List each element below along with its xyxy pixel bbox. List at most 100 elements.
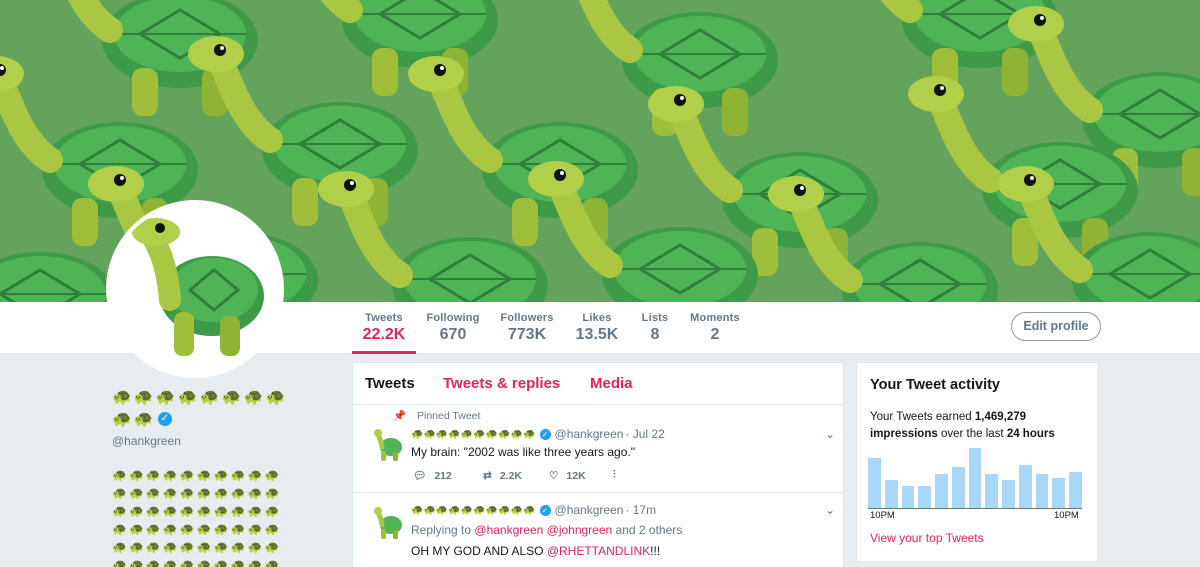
stat-lists[interactable]: Lists 8	[637, 312, 673, 354]
bio-line: 🐢 🐢 🐢 🐢 🐢 🐢 🐢 🐢 🐢 🐢	[112, 538, 332, 556]
activity-bar[interactable]	[884, 479, 898, 508]
activity-bar[interactable]	[901, 486, 915, 508]
activity-bar[interactable]	[951, 467, 965, 508]
heart-icon: ♡	[549, 469, 559, 482]
stat-followers[interactable]: Followers 773K	[499, 312, 555, 354]
turtle-emoji-icon: 🐢	[112, 504, 127, 518]
like-button[interactable]: ♡ 12K	[549, 470, 613, 482]
mention-link[interactable]: @RHETTANDLINK	[547, 544, 650, 558]
tweet-header: 🐢🐢🐢🐢🐢🐢🐢🐢🐢🐢 ✓ @hankgreen · Jul 22	[411, 427, 665, 441]
tweet-time[interactable]: · Jul 22	[625, 427, 664, 441]
turtle-emoji-icon: 🐢	[162, 504, 178, 518]
verified-badge-icon: ✓	[539, 504, 551, 516]
turtle-emoji-icon: 🐢	[213, 486, 229, 500]
tweet-timeline: Tweets Tweets & replies Media 📌 Pinned T…	[352, 362, 844, 567]
turtle-emoji-icon: 🐢	[221, 389, 242, 406]
activity-description: Your Tweets earned 1,469,279 impressions…	[870, 409, 1090, 443]
tweet-handle[interactable]: @hankgreen	[555, 427, 624, 441]
turtle-emoji-icon: 🐢	[247, 468, 263, 482]
turtle-emoji-icon: 🐢	[196, 468, 212, 482]
activity-bar[interactable]	[918, 486, 932, 508]
stat-likes[interactable]: Likes 13.5K	[573, 312, 621, 354]
activity-bar[interactable]	[968, 447, 982, 508]
activity-desc-text: over the last	[940, 428, 1004, 440]
tweet-avatar[interactable]	[369, 505, 405, 541]
turtle-emoji-icon: 🐢	[162, 540, 178, 554]
pin-icon: 📌	[393, 410, 407, 422]
stat-following[interactable]: Following 670	[425, 312, 481, 354]
profile-name-line2: 🐢 🐢 ✓	[112, 408, 332, 430]
mention-link[interactable]: @hankgreen	[474, 523, 543, 537]
tab-tweets-replies[interactable]: Tweets & replies	[443, 375, 560, 392]
activity-bar[interactable]	[1035, 474, 1049, 508]
turtle-emoji-icon: 🐢	[247, 504, 263, 518]
tweet-text: My brain: "2002 was like three years ago…	[411, 445, 635, 459]
turtle-emoji-icon: 🐢	[128, 486, 144, 500]
timeline-tabs: Tweets Tweets & replies Media	[353, 363, 843, 405]
turtle-emoji-icon: 🐢	[264, 468, 280, 482]
reply-count: 212	[434, 469, 452, 482]
activity-bar[interactable]	[1052, 477, 1066, 508]
analytics-icon: ⫶	[613, 469, 616, 481]
profile-bio: 🐢 🐢 🐢 🐢 🐢 🐢 🐢 🐢 🐢 🐢 🐢 🐢 🐢 🐢 🐢 🐢 🐢 🐢 🐢 🐢 🐢 🐢 🐢 🐢 🐢 🐢 🐢 🐢 🐢 🐢 🐢 🐢 🐢 🐢 🐢 🐢 🐢…	[112, 466, 332, 567]
tweet-author-name[interactable]: 🐢🐢🐢🐢🐢🐢🐢🐢🐢🐢	[411, 429, 536, 440]
turtle-emoji-icon: 🐢	[264, 558, 280, 567]
tweet-avatar[interactable]	[369, 427, 405, 463]
edit-profile-button[interactable]: Edit profile	[1011, 312, 1101, 341]
stat-moments[interactable]: Moments 2	[688, 312, 742, 354]
chevron-down-icon[interactable]: ⌄	[825, 503, 835, 517]
bio-line: 🐢 🐢 🐢 🐢 🐢 🐢 🐢 🐢 🐢 🐢	[112, 520, 332, 538]
replying-to-label: Replying to	[411, 523, 472, 537]
tab-media[interactable]: Media	[590, 375, 633, 392]
analytics-button[interactable]: ⫶	[613, 469, 616, 482]
turtle-emoji-icon: 🐢	[213, 468, 229, 482]
others-link[interactable]: and 2 others	[616, 523, 683, 537]
profile-handle[interactable]: @hankgreen	[112, 434, 332, 448]
activity-bar[interactable]	[1069, 472, 1082, 508]
tweet-item[interactable]: 🐢🐢🐢🐢🐢🐢🐢🐢🐢🐢 ✓ @hankgreen · 17m ⌄ Replying…	[353, 493, 843, 567]
turtle-emoji-icon: 🐢	[264, 540, 280, 554]
tweet-actions: 💬︎ 212 ⇄ 2.2K ♡ 12K ⫶	[413, 469, 616, 482]
tweet-author-name[interactable]: 🐢🐢🐢🐢🐢🐢🐢🐢🐢🐢	[411, 505, 536, 516]
turtle-emoji-icon: 🐢	[145, 486, 161, 500]
turtle-emoji-icon: 🐢	[112, 522, 127, 536]
turtle-emoji-icon: 🐢	[230, 486, 246, 500]
tweet-time[interactable]: · 17m	[625, 503, 656, 517]
activity-bar[interactable]	[1018, 465, 1032, 508]
turtle-emoji-icon: 🐢	[162, 558, 178, 567]
tweet-text: OH MY GOD AND ALSO @RHETTANDLINK!!!	[411, 544, 660, 558]
stat-moments-label: Moments	[690, 312, 740, 324]
stat-tweets[interactable]: Tweets 22.2K	[352, 312, 416, 354]
turtle-avatar-image	[132, 218, 264, 356]
tweet-item[interactable]: 📌 Pinned Tweet 🐢🐢🐢🐢🐢🐢🐢🐢🐢🐢 ✓ @hankgreen ·…	[353, 405, 843, 493]
tweet-text-part: OH MY GOD AND ALSO	[411, 544, 544, 558]
tab-tweets[interactable]: Tweets	[365, 375, 415, 392]
turtle-emoji-icon: 🐢	[243, 389, 264, 406]
turtle-emoji-icon: 🐢	[230, 540, 246, 554]
profile-sidebar: 🐢 🐢 🐢 🐢 🐢 🐢 🐢 🐢 🐢 🐢 ✓ @hankgreen 🐢 🐢 🐢 🐢 🐢 🐢 🐢…	[112, 386, 332, 567]
activity-bar[interactable]	[868, 458, 881, 508]
reply-button[interactable]: 💬︎ 212	[413, 469, 483, 483]
stat-moments-value: 2	[710, 326, 720, 343]
reply-icon: 💬︎	[413, 470, 427, 482]
activity-bar[interactable]	[1002, 479, 1015, 508]
retweet-button[interactable]: ⇄ 2.2K	[483, 470, 549, 482]
chart-axis-end: 10PM	[1054, 510, 1079, 521]
activity-bar[interactable]	[935, 474, 948, 508]
turtle-emoji-icon: 🐢	[179, 522, 195, 536]
mention-link[interactable]: @johngreen	[547, 523, 613, 537]
profile-avatar[interactable]	[106, 200, 284, 378]
chevron-down-icon[interactable]: ⌄	[825, 427, 835, 441]
stat-lists-label: Lists	[641, 312, 669, 324]
turtle-emoji-icon: 🐢	[247, 558, 263, 567]
tweet-handle[interactable]: @hankgreen	[555, 503, 624, 517]
turtle-emoji-icon: 🐢	[112, 558, 127, 567]
view-top-tweets-link[interactable]: View your top Tweets	[870, 531, 984, 545]
activity-bar[interactable]	[985, 474, 999, 508]
turtle-emoji-icon: 🐢	[162, 522, 178, 536]
activity-desc-text: Your Tweets earned	[870, 411, 972, 423]
turtle-emoji-icon: 🐢	[264, 522, 280, 536]
turtle-emoji-icon: 🐢	[145, 558, 161, 567]
turtle-emoji-icon: 🐢	[128, 558, 144, 567]
turtle-emoji-icon: 🐢	[179, 468, 195, 482]
